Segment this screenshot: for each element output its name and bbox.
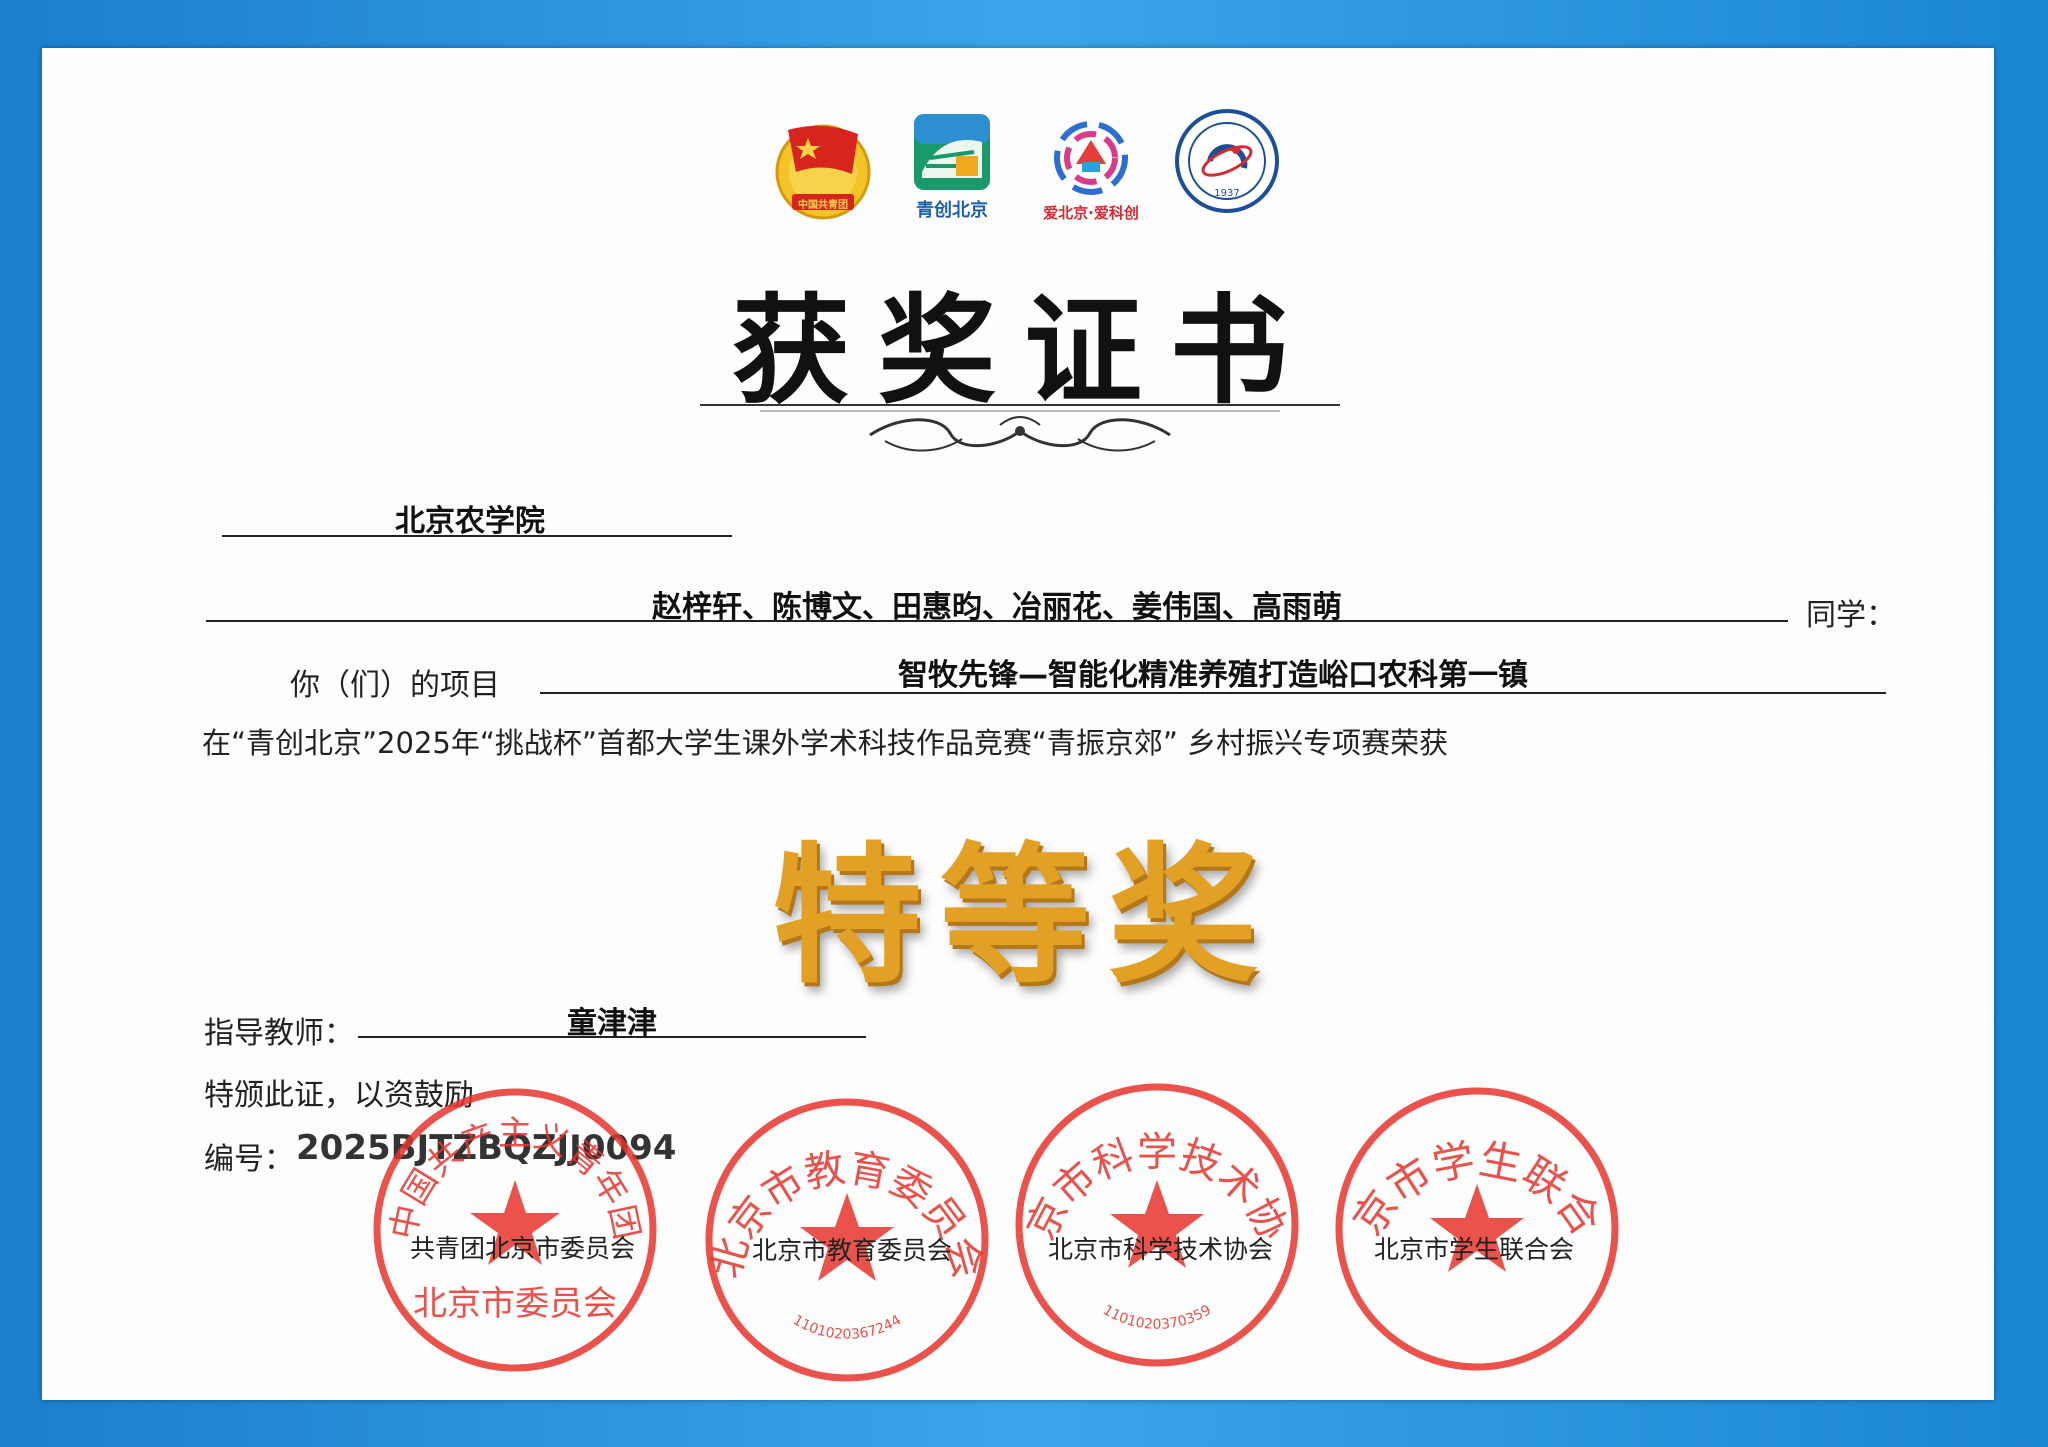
league-logo-text: 中国共青团 <box>798 200 848 211</box>
seal-caption-science: 北京市科学技术协会 <box>1048 1235 1274 1264</box>
students-suffix: 同学： <box>1806 598 1896 633</box>
education-seal-code: 1101020367244 <box>790 1312 904 1343</box>
science-seal-code: 1101020370359 <box>1100 1302 1214 1333</box>
seal-science-association: 北京市科学技术协会 1101020370359 北京市科学技术协会 <box>992 1044 1302 1370</box>
svg-text:1101020370359: 1101020370359 <box>1100 1302 1214 1333</box>
ai-beijing-ai-kechuang-logo: 爱北京·爱科创 <box>1036 116 1146 226</box>
seal-education-commission: 北京市教育委员会 1101020367244 北京市教育委员会 <box>702 1095 992 1385</box>
project-name: 智牧先锋—智能化精准养殖打造峪口农科第一镇 <box>898 658 1528 693</box>
competition-description: 在“青创北京”2025年“挑战杯”首都大学生课外学术科技作品竞赛“青振京郊” 乡… <box>202 726 1449 760</box>
svg-text:1101020367244: 1101020367244 <box>790 1312 904 1343</box>
university-seal-logo: 1937 <box>1174 108 1280 214</box>
science-seal-graphic: 北京市科学技术协会 1101020370359 <box>992 1044 1299 1367</box>
title-ornament-divider <box>700 395 1340 465</box>
school-name: 北京农学院 <box>395 504 545 539</box>
qingchuang-logo-caption: 青创北京 <box>916 200 988 221</box>
seal-caption-youth-league: 共青团北京市委员会 <box>410 1234 636 1263</box>
advisor-name: 童津津 <box>567 1006 657 1041</box>
qingchuang-beijing-logo: 青创北京 <box>912 112 992 224</box>
communist-youth-league-logo: 中国共青团 <box>768 112 878 222</box>
student-names: 赵梓轩、陈博文、田惠昀、冶丽花、姜伟国、高雨萌 <box>652 590 1342 625</box>
seal-youth-league: 中国共产主义青年团 北京市委员会 共青团北京市委员会 <box>370 1085 660 1375</box>
award-level: 特等奖 <box>771 828 1276 1004</box>
advisor-label: 指导教师： <box>204 1016 354 1051</box>
university-founding-year: 1937 <box>1214 188 1240 199</box>
student-federation-seal-graphic: 北京市学生联合会 <box>1311 1045 1619 1371</box>
seal-student-federation: 北京市学生联合会 北京市学生联合会 <box>1311 1045 1622 1374</box>
project-label: 你（们）的项目 <box>290 668 500 703</box>
serial-label: 编号： <box>204 1142 294 1177</box>
ai-beijing-logo-caption: 爱北京·爱科创 <box>1043 204 1139 222</box>
seal-caption-education: 北京市教育委员会 <box>752 1236 953 1265</box>
seal-caption-student-federation: 北京市学生联合会 <box>1374 1235 1575 1264</box>
youth-league-bottom-text: 北京市委员会 <box>413 1284 617 1324</box>
